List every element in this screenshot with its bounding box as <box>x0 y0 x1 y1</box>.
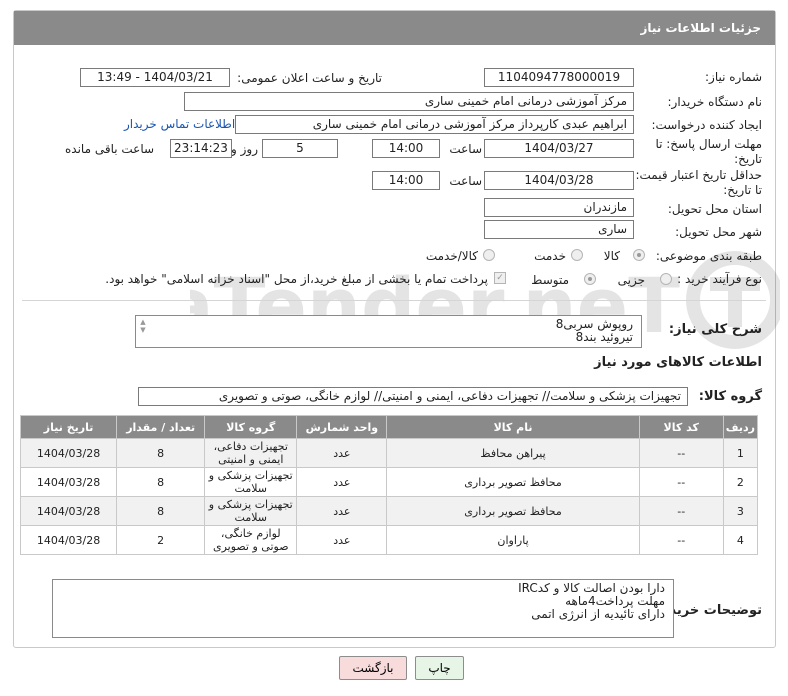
column-header: نام کالا <box>386 415 640 439</box>
reply-time-label: ساعت <box>449 142 482 156</box>
price-validity-label: حداقل تاریخ اعتبار قیمت: <box>635 168 762 182</box>
table-row: 2 -- محافظ تصویر برداری عدد تجهیزات پزشک… <box>19 467 759 497</box>
item-unit: عدد <box>296 525 388 555</box>
item-qty: 8 <box>116 467 206 497</box>
buyer-org-label: نام دستگاه خریدار: <box>667 95 763 109</box>
reply-deadline-label: مهلت ارسال پاسخ: تا <box>655 137 762 151</box>
need-number-field[interactable]: 1104094778000019 <box>484 68 634 87</box>
column-header: واحد شمارش <box>296 415 388 439</box>
item-code: -- <box>638 496 724 526</box>
scroll-arrows-icon[interactable]: ▲ ▼ <box>138 318 148 334</box>
column-header: گروه کالا <box>204 415 298 439</box>
column-header: کد کالا <box>638 415 724 439</box>
need-number-label: شماره نیاز: <box>705 70 762 84</box>
summary-line: تیروئید بند8 <box>575 330 633 344</box>
column-header: ردیف <box>722 415 759 439</box>
print-button[interactable]: چاپ <box>415 656 464 680</box>
buyer-notes-textarea[interactable]: دارا بودن اصالت کالا و کدIRC مهلت پرداخت… <box>52 579 674 638</box>
summary-textarea[interactable]: روپوش سربی8 تیروئید بند8 ▲ ▼ <box>135 315 642 348</box>
item-date: 1404/03/28 <box>19 496 118 526</box>
buyer-org-field[interactable]: مرکز آموزشی درمانی امام خمینی ساری <box>184 92 634 111</box>
item-code: -- <box>638 525 724 555</box>
divider <box>22 300 766 301</box>
category-radio-goods-service[interactable] <box>483 249 495 261</box>
process-option-medium: متوسط <box>531 273 569 287</box>
announce-datetime-label: تاریخ و ساعت اعلان عمومی: <box>237 71 382 85</box>
panel-title: جزئیات اطلاعات نیاز <box>14 11 775 45</box>
row-number: 2 <box>722 467 759 497</box>
category-label: طبقه بندی موضوعی: <box>655 249 762 263</box>
delivery-city-field[interactable]: ساری <box>484 220 634 239</box>
reply-deadline-date[interactable]: 1404/03/27 <box>484 139 634 158</box>
remaining-days[interactable]: 5 <box>262 139 338 158</box>
item-unit: عدد <box>296 496 388 526</box>
reply-deadline-label-2: تاریخ: <box>734 152 762 166</box>
remaining-time[interactable]: 23:14:23 <box>170 139 232 158</box>
back-button[interactable]: بازگشت <box>339 656 407 680</box>
category-radio-service[interactable] <box>571 249 583 261</box>
days-label: روز و <box>231 142 258 156</box>
category-option-service: خدمت <box>534 249 566 263</box>
row-number: 4 <box>722 525 759 555</box>
item-date: 1404/03/28 <box>19 467 118 497</box>
treasury-payment-checkbox[interactable]: ✓ <box>494 272 506 284</box>
item-qty: 8 <box>116 496 206 526</box>
price-validity-time[interactable]: 14:00 <box>372 171 440 190</box>
item-qty: 8 <box>116 438 206 468</box>
remaining-time-label: ساعت باقی مانده <box>65 142 155 156</box>
item-qty: 2 <box>116 525 206 555</box>
goods-group-label: گروه کالا: <box>698 389 762 404</box>
table-row: 1 -- پیراهن محافظ عدد تجهیزات دفاعی، ایم… <box>19 438 759 468</box>
price-validity-label-2: تا تاریخ: <box>723 183 762 197</box>
process-radio-medium[interactable] <box>584 273 596 285</box>
process-option-minor: جزیی <box>617 273 645 287</box>
row-number: 3 <box>722 496 759 526</box>
category-option-goods: کالا <box>603 249 620 263</box>
item-name: پاراوان <box>386 525 640 555</box>
item-unit: عدد <box>296 438 388 468</box>
delivery-province-field[interactable]: مازندران <box>484 198 634 217</box>
process-radio-minor[interactable] <box>660 273 672 285</box>
goods-section-title: اطلاعات کالاهای مورد نیاز <box>594 355 762 370</box>
table-row: 3 -- محافظ تصویر برداری عدد تجهیزات پزشک… <box>19 496 759 526</box>
item-group: لوازم خانگی، صوتی و تصویری <box>204 525 298 555</box>
requester-label: ایجاد کننده درخواست: <box>651 118 762 132</box>
requester-field[interactable]: ابراهیم عبدی کارپرداز مرکز آموزشی درمانی… <box>235 115 634 134</box>
goods-table: ردیف کد کالا نام کالا واحد شمارش گروه کا… <box>19 415 759 555</box>
column-header: تعداد / مقدار <box>116 415 206 439</box>
item-code: -- <box>638 438 724 468</box>
item-name: پیراهن محافظ <box>386 438 640 468</box>
row-number: 1 <box>722 438 759 468</box>
item-name: محافظ تصویر برداری <box>386 496 640 526</box>
delivery-province-label: استان محل تحویل: <box>667 202 762 216</box>
item-group: تجهیزات پزشکی و سلامت <box>204 467 298 497</box>
category-radio-goods[interactable] <box>633 249 645 261</box>
reply-deadline-time[interactable]: 14:00 <box>372 139 440 158</box>
item-group: تجهیزات پزشکی و سلامت <box>204 496 298 526</box>
price-validity-date[interactable]: 1404/03/28 <box>484 171 634 190</box>
buyer-contact-link[interactable]: اطلاعات تماس خریدار <box>124 117 235 131</box>
table-row: 4 -- پاراوان عدد لوازم خانگی، صوتی و تصو… <box>19 525 759 555</box>
item-group: تجهیزات دفاعی، ایمنی و امنیتی <box>204 438 298 468</box>
item-name: محافظ تصویر برداری <box>386 467 640 497</box>
delivery-city-label: شهر محل تحویل: <box>675 225 762 239</box>
item-date: 1404/03/28 <box>19 525 118 555</box>
column-header: تاریخ نیاز <box>19 415 118 439</box>
category-option-goods-service: کالا/خدمت <box>425 249 478 263</box>
price-validity-time-label: ساعت <box>449 174 482 188</box>
process-type-label: نوع فرآیند خرید : <box>677 272 762 286</box>
summary-line: روپوش سربی8 <box>555 317 633 331</box>
buyer-note-line: دارای تائیدیه از انرژی اتمی <box>531 607 665 621</box>
treasury-payment-note: پرداخت تمام یا بخشی از مبلغ خرید،از محل … <box>105 272 488 286</box>
goods-group-field[interactable]: تجهیزات پزشکی و سلامت// تجهیزات دفاعی، ا… <box>138 387 688 406</box>
announce-datetime-field[interactable]: 1404/03/21 - 13:49 <box>80 68 230 87</box>
item-date: 1404/03/28 <box>19 438 118 468</box>
item-code: -- <box>638 467 724 497</box>
summary-label: شرح کلی نیاز: <box>668 322 762 337</box>
item-unit: عدد <box>296 467 388 497</box>
